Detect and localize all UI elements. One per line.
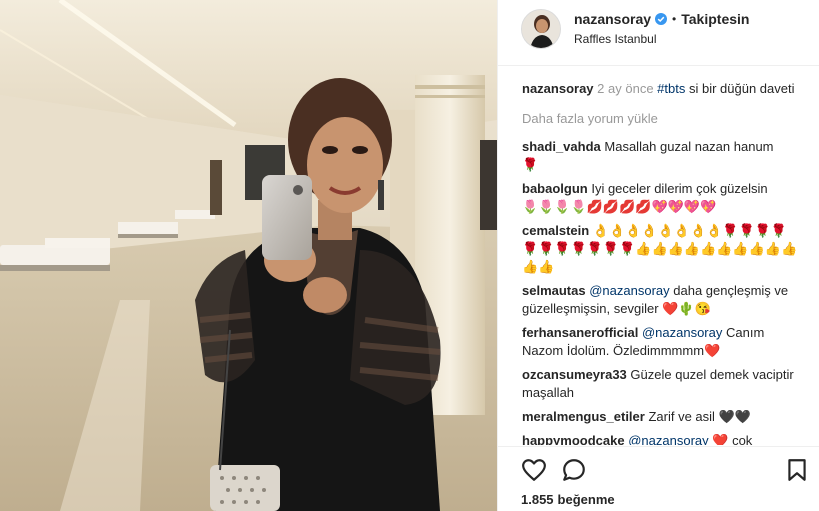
comment-icon[interactable] xyxy=(561,457,587,483)
comment-item: meralmengus_etiler Zarif ve asil 🖤🖤 xyxy=(522,408,798,426)
comment-emoji: ❤️🌵😘 xyxy=(662,301,711,316)
likes-count[interactable]: 1.855 beğenme xyxy=(521,492,615,507)
comment-username[interactable]: cemalstein xyxy=(522,223,589,238)
comment-emoji: 🖤🖤 xyxy=(718,409,751,424)
comment-text: Zarif ve asil xyxy=(648,409,715,424)
comments-list[interactable]: nazansoray 2 ay önce #tbts si bir düğün … xyxy=(498,67,819,445)
comment-mention[interactable]: @nazansoray xyxy=(589,283,669,298)
comment-emoji: 🌷🌷🌷🌷💋💋💋💋💖💖💖💖 xyxy=(522,199,717,214)
likes-number: 1.855 xyxy=(521,492,554,507)
comment-mention[interactable]: @nazansoray xyxy=(642,325,722,340)
photo-illustration xyxy=(0,0,497,511)
post-header: nazansoray • Takiptesin Raffles Istanbul xyxy=(498,0,819,66)
heart-icon[interactable] xyxy=(521,457,547,483)
comment-text: Iyi geceler dilerim çok güzelsin xyxy=(591,181,768,196)
post-location[interactable]: Raffles Istanbul xyxy=(574,32,657,46)
comment-item: cemalstein 👌👌👌👌👌👌👌👌🌹🌹🌹🌹🌹🌹🌹🌹🌹🌹🌹👍👍👍👍👍👍👍👍👍👍… xyxy=(522,222,798,276)
follow-status-button[interactable]: Takiptesin xyxy=(681,11,749,27)
post-username[interactable]: nazansoray xyxy=(574,11,651,27)
caption-time: 2 ay önce xyxy=(597,81,654,96)
caption-text: si bir düğün daveti xyxy=(688,81,795,96)
caption-hashtag[interactable]: #tbts xyxy=(657,81,685,96)
comment-item: happymoodcake @nazansoray ❤️ cok xyxy=(522,432,798,445)
header-line: nazansoray • Takiptesin xyxy=(574,11,749,27)
comment-text: Masallah guzal nazan hanum xyxy=(604,139,774,154)
post-actions: 1.855 beğenme xyxy=(498,446,819,511)
comment-text: cok xyxy=(732,433,753,445)
load-more-comments-button[interactable]: Daha fazla yorum yükle xyxy=(522,110,798,128)
comment-username[interactable]: meralmengus_etiler xyxy=(522,409,645,424)
comment-username[interactable]: selmautas xyxy=(522,283,586,298)
comment-username[interactable]: babaolgun xyxy=(522,181,588,196)
comment-mention[interactable]: @nazansoray xyxy=(628,433,708,445)
comment-username[interactable]: happymoodcake xyxy=(522,433,625,445)
comment-username[interactable]: ferhansanerofficial xyxy=(522,325,638,340)
avatar-image xyxy=(522,10,560,48)
post-side-panel: nazansoray • Takiptesin Raffles Istanbul… xyxy=(497,0,819,511)
separator-dot: • xyxy=(672,12,677,26)
comment-emoji: ❤️ xyxy=(704,343,721,358)
bookmark-icon[interactable] xyxy=(784,457,810,483)
comment-item: selmautas @nazansoray daha gençleşmiş ve… xyxy=(522,282,798,318)
comment-item: babaolgun Iyi geceler dilerim çok güzels… xyxy=(522,180,798,216)
comment-emoji: 🌹 xyxy=(522,157,539,172)
comment-item: ferhansanerofficial @nazansoray Canım Na… xyxy=(522,324,798,360)
comment-username[interactable]: ozcansumeyra33 xyxy=(522,367,627,382)
post-caption: nazansoray 2 ay önce #tbts si bir düğün … xyxy=(522,80,798,98)
post-photo[interactable] xyxy=(0,0,497,511)
avatar[interactable] xyxy=(521,9,561,49)
verified-badge-icon xyxy=(655,13,668,25)
likes-label: beğenme xyxy=(557,492,615,507)
comment-username[interactable]: shadi_vahda xyxy=(522,139,601,154)
comment-item: shadi_vahda Masallah guzal nazan hanum 🌹 xyxy=(522,138,798,174)
comment-item: ozcansumeyra33 Güzele quzel demek vacipt… xyxy=(522,366,798,402)
comment-emoji: ❤️ xyxy=(712,433,729,445)
caption-username[interactable]: nazansoray xyxy=(522,81,594,96)
